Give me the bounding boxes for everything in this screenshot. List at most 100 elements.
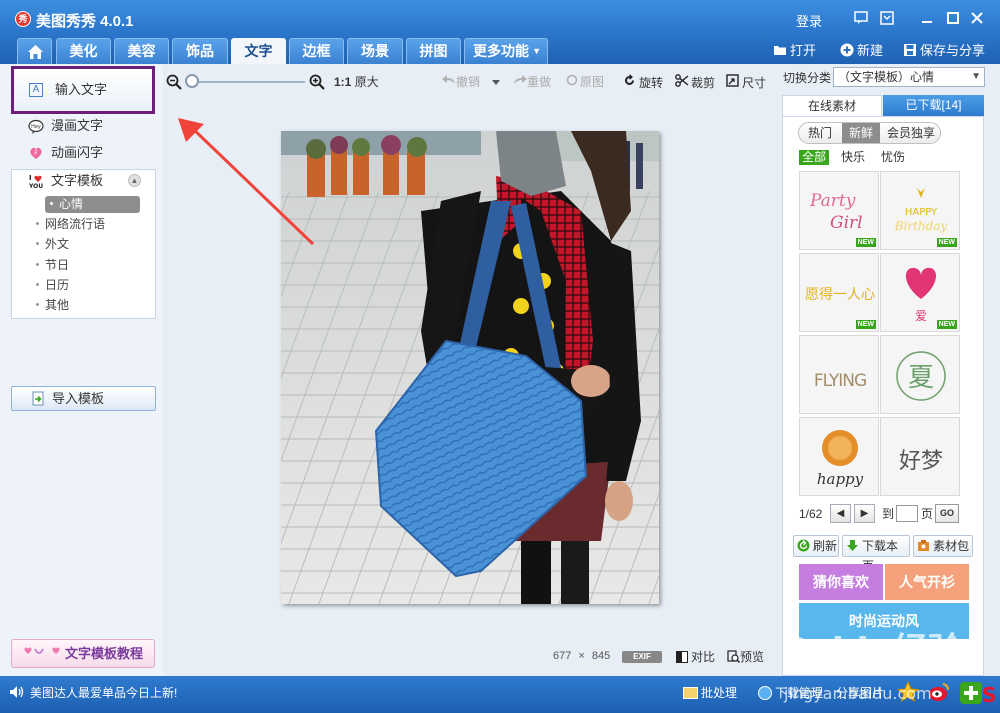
next-page-button[interactable]: ▶ [854, 504, 875, 523]
template-sub-foreign[interactable]: 外文 [36, 236, 69, 253]
collapse-icon[interactable]: ▲ [128, 174, 141, 187]
feedback-icon[interactable] [852, 9, 870, 27]
tab-cosmetic[interactable]: 美容 [114, 38, 169, 64]
tab-accessories[interactable]: 饰品 [172, 38, 228, 64]
undo-button[interactable]: 撤销 [442, 74, 480, 90]
promo-sport-style[interactable]: 时尚运动风 [799, 603, 969, 639]
image-width: 677 [553, 650, 572, 662]
template-sub-internet-slang[interactable]: 网络流行语 [36, 216, 105, 233]
zoom-slider-track[interactable] [189, 81, 305, 83]
prev-page-button[interactable]: ◀ [830, 504, 851, 523]
download-manager-button[interactable]: 下载管理 [758, 684, 823, 701]
svg-text:愿得一人心: 愿得一人心 [805, 286, 875, 303]
material-package-button[interactable]: 素材包 [913, 535, 973, 557]
tab-downloaded[interactable]: 已下载[14] [883, 95, 984, 116]
undo-dropdown-icon[interactable] [491, 74, 501, 90]
star-icon[interactable] [896, 680, 920, 704]
go-button[interactable]: GO [935, 504, 959, 523]
edited-photo[interactable] [281, 131, 659, 604]
download-manager-label: 下载管理 [775, 686, 824, 700]
filter-sad[interactable]: 忧伤 [881, 150, 905, 165]
svg-text:Birthday: Birthday [894, 219, 948, 233]
flying-thumb: FLYING [814, 371, 867, 391]
chevron-down-icon: ▼ [532, 46, 541, 56]
refresh-button[interactable]: 刷新 [793, 535, 839, 557]
template-thumb[interactable]: happy [799, 417, 879, 496]
rotate-button[interactable]: 旋转 [623, 74, 663, 91]
save-share-button[interactable]: 保存与分享 [903, 42, 985, 60]
promo-popular-cardigan[interactable]: 人气开衫 [885, 564, 969, 600]
plus-share-icon[interactable]: S [960, 680, 1000, 706]
svg-text:爱: 爱 [915, 309, 927, 323]
original-icon [566, 74, 580, 86]
import-template-button[interactable]: 导入模板 [11, 386, 156, 411]
template-thumb[interactable]: FLYING [799, 335, 879, 414]
page-number-input[interactable] [896, 505, 918, 522]
bullet-icon [36, 222, 39, 225]
tab-more-label: 更多功能 [473, 43, 529, 59]
minimize-icon[interactable] [918, 9, 936, 27]
home-button[interactable] [17, 38, 52, 64]
category-select[interactable]: （文字模板）心情 ▼ [833, 67, 985, 87]
template-sub-mood[interactable]: 心情 [45, 196, 140, 213]
status-message[interactable]: 美图达人最爱单品今日上新! [30, 684, 177, 701]
crop-button[interactable]: 裁剪 [675, 74, 715, 91]
exif-button[interactable]: EXIF [622, 651, 662, 663]
template-thumb[interactable]: HAPPY Birthday NEW [880, 171, 960, 250]
material-sort-group: 热门 新鲜 会员独享 [798, 122, 941, 144]
template-sub-calendar[interactable]: 日历 [36, 277, 69, 294]
template-thumb[interactable]: Party Girl NEW [799, 171, 879, 250]
undo-icon [442, 74, 456, 86]
original-button[interactable]: 原图 [566, 74, 604, 90]
zoom-out-icon[interactable] [166, 74, 182, 90]
download-page-button[interactable]: 下载本页 [842, 535, 910, 573]
comic-text-item[interactable]: 漫画文字 [51, 116, 103, 136]
new-badge: NEW [936, 320, 957, 329]
preview-button[interactable]: 预览 [727, 648, 764, 665]
filter-all[interactable]: 全部 [799, 150, 830, 165]
animated-text-item[interactable]: 动画闪字 [51, 143, 103, 163]
download-manager-icon [758, 686, 772, 700]
tab-online-materials[interactable]: 在线素材 [782, 95, 882, 116]
tab-collage[interactable]: 拼图 [406, 38, 461, 64]
filter-happy[interactable]: 快乐 [841, 150, 865, 165]
tab-frame[interactable]: 边框 [289, 38, 344, 64]
text-template-tutorial-button[interactable]: 文字模板教程 [11, 639, 155, 668]
size-button[interactable]: 尺寸 [726, 74, 766, 91]
open-button[interactable]: 打开 [773, 42, 816, 60]
tab-scene[interactable]: 场景 [347, 38, 403, 64]
template-sub-holiday[interactable]: 节日 [36, 257, 69, 274]
pill-vip[interactable]: 会员独享 [882, 123, 940, 143]
new-button[interactable]: 新建 [840, 42, 883, 60]
template-thumb[interactable]: 愿得一人心 NEW [799, 253, 879, 332]
template-sub-label: 其他 [45, 298, 70, 312]
redo-icon [513, 74, 527, 86]
skin-icon[interactable] [878, 9, 896, 27]
svg-text:S: S [982, 683, 996, 706]
i-love-you-icon: I YOU [28, 173, 44, 189]
compare-button[interactable]: 对比 [676, 648, 715, 665]
maximize-icon[interactable] [944, 9, 962, 27]
weibo-icon[interactable] [927, 680, 951, 704]
pill-fresh[interactable]: 新鲜 [842, 123, 880, 143]
template-thumb[interactable]: 好梦 [880, 417, 960, 496]
login-link[interactable]: 登录 [796, 11, 822, 30]
close-icon[interactable] [968, 9, 986, 27]
promo-guess-you-like[interactable]: 猜你喜欢 [799, 564, 883, 600]
template-thumb[interactable]: 夏 [880, 335, 960, 414]
svg-text:Girl: Girl [830, 213, 863, 233]
share-picture-button[interactable]: 分享图片 [836, 684, 884, 701]
template-thumb[interactable]: 爱 NEW [880, 253, 960, 332]
zoom-in-icon[interactable] [309, 74, 325, 90]
template-sub-other[interactable]: 其他 [36, 297, 69, 314]
redo-button[interactable]: 重做 [513, 74, 551, 90]
tab-beautify[interactable]: 美化 [56, 38, 111, 64]
zoom-slider-handle[interactable] [185, 74, 199, 88]
undo-label: 撤销 [456, 75, 481, 89]
tab-text[interactable]: 文字 [231, 38, 286, 64]
text-template-header[interactable]: 文字模板 [51, 172, 103, 190]
actual-size-button[interactable]: 1:1 原大 [334, 74, 379, 90]
tab-more-features[interactable]: 更多功能 ▼ [464, 38, 548, 64]
batch-process-button[interactable]: 批处理 [683, 684, 737, 701]
pill-hot[interactable]: 热门 [799, 123, 841, 143]
